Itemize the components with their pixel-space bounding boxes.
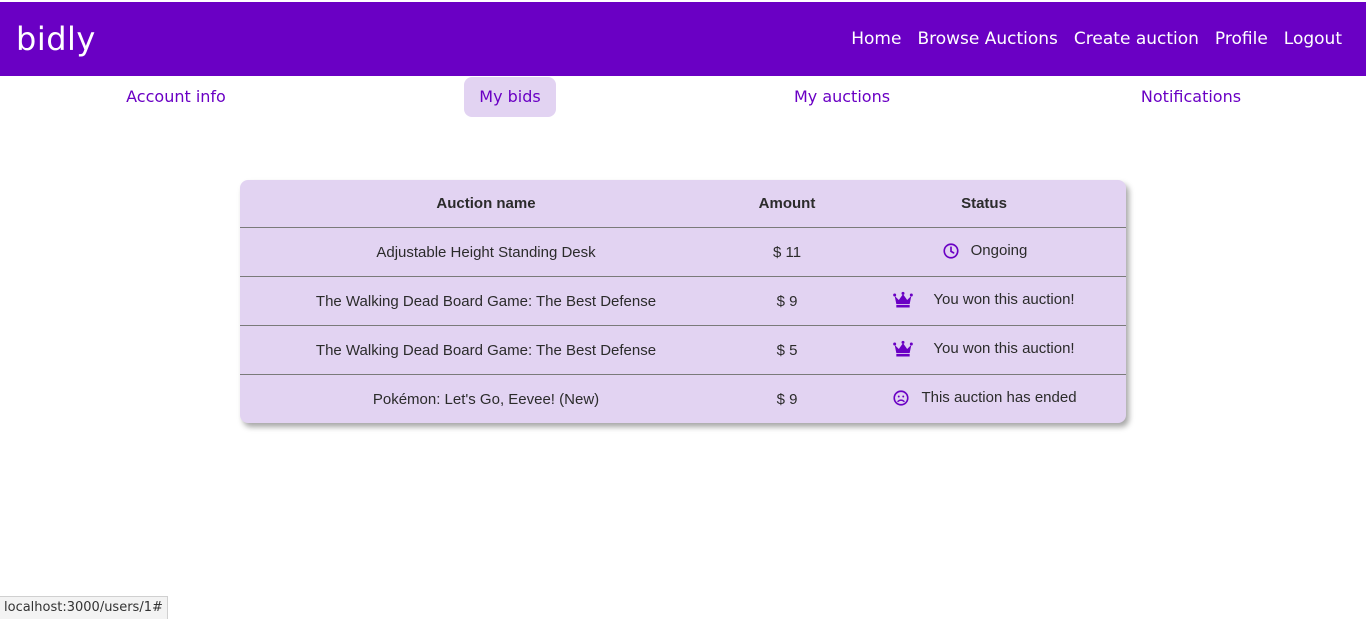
status-text: This auction has ended	[921, 389, 1077, 406]
bids-table: Auction name Amount Status Adjustable He…	[240, 180, 1126, 423]
nav-create-auction[interactable]: Create auction	[1074, 29, 1199, 49]
tab-my-bids[interactable]: My bids	[464, 77, 556, 117]
header-amount: Amount	[758, 195, 816, 212]
tab-account-info[interactable]: Account info	[110, 77, 242, 117]
table-row[interactable]: Adjustable Height Standing Desk $ 11 Ong…	[240, 227, 1126, 277]
table-row[interactable]: The Walking Dead Board Game: The Best De…	[240, 325, 1126, 375]
header-auction-name: Auction name	[436, 195, 536, 212]
status-cell: You won this auction!	[842, 276, 1126, 326]
nav-logout[interactable]: Logout	[1284, 29, 1342, 49]
bids-card: Auction name Amount Status Adjustable He…	[240, 180, 1126, 423]
auction-name[interactable]: The Walking Dead Board Game: The Best De…	[240, 276, 732, 326]
status-text: You won this auction!	[933, 291, 1075, 308]
profile-tabs: Account info My bids My auctions Notific…	[0, 77, 1366, 117]
nav-home[interactable]: Home	[851, 29, 901, 49]
crown-icon	[893, 290, 914, 310]
crown-icon	[893, 339, 914, 359]
bid-amount: $ 11	[732, 227, 842, 277]
status-cell: You won this auction!	[842, 325, 1126, 375]
bid-amount: $ 9	[732, 374, 842, 423]
sad-face-icon	[891, 388, 911, 408]
auction-name[interactable]: The Walking Dead Board Game: The Best De…	[240, 325, 732, 375]
tab-my-auctions[interactable]: My auctions	[778, 77, 906, 117]
table-row[interactable]: Pokémon: Let's Go, Eevee! (New) $ 9 This…	[240, 374, 1126, 423]
auction-name[interactable]: Adjustable Height Standing Desk	[240, 227, 732, 277]
header-status: Status	[961, 195, 1007, 212]
tab-notifications[interactable]: Notifications	[1126, 77, 1256, 117]
nav-profile[interactable]: Profile	[1215, 29, 1268, 49]
nav-browse-auctions[interactable]: Browse Auctions	[917, 29, 1057, 49]
brand-logo[interactable]: bidly	[16, 20, 96, 58]
status-cell: Ongoing	[842, 227, 1126, 277]
bid-amount: $ 9	[732, 276, 842, 326]
status-text: You won this auction!	[933, 340, 1075, 357]
status-text: Ongoing	[970, 242, 1028, 259]
auction-name[interactable]: Pokémon: Let's Go, Eevee! (New)	[240, 374, 732, 423]
main-nav: Home Browse Auctions Create auction Prof…	[851, 29, 1342, 49]
table-header-row: Auction name Amount Status	[240, 180, 1126, 228]
browser-status-bar: localhost:3000/users/1#	[0, 596, 168, 619]
clock-icon	[941, 241, 961, 261]
navbar: bidly Home Browse Auctions Create auctio…	[0, 2, 1366, 76]
table-row[interactable]: The Walking Dead Board Game: The Best De…	[240, 276, 1126, 326]
bid-amount: $ 5	[732, 325, 842, 375]
status-cell: This auction has ended	[842, 374, 1126, 423]
